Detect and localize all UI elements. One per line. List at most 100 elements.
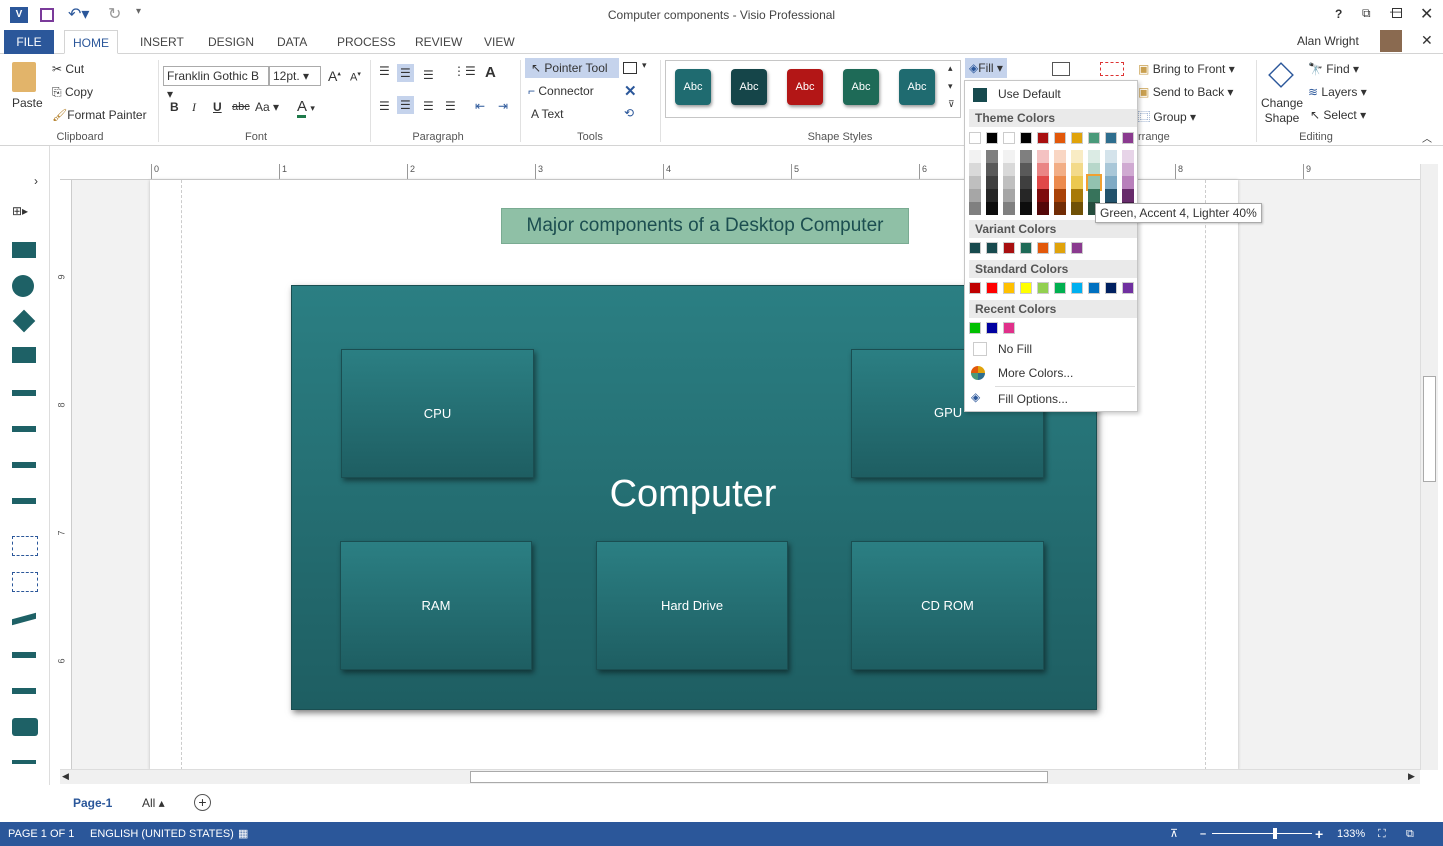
theme-shade-swatch[interactable] (969, 202, 981, 215)
box-cd-rom[interactable]: CD ROM (851, 541, 1044, 670)
variant-color-swatch[interactable] (986, 242, 998, 254)
paste-button[interactable]: Paste (12, 96, 43, 110)
theme-shade-swatch[interactable] (1122, 163, 1134, 176)
stencil-arrow-3[interactable] (12, 652, 36, 658)
connector-button[interactable]: ⌐ Connector (528, 84, 594, 98)
collapse-ribbon-icon[interactable]: ︿ (1422, 130, 1432, 145)
gallery-scroll-1[interactable]: ▾ (948, 81, 953, 92)
theme-shade-swatch[interactable] (1105, 176, 1117, 189)
theme-color-swatch[interactable] (969, 132, 981, 144)
theme-shade-swatch[interactable] (1122, 189, 1134, 202)
theme-shade-swatch[interactable] (1088, 150, 1100, 163)
rotate-handle-icon[interactable]: ⟲ (624, 106, 634, 120)
stencil-curved-arrow[interactable] (12, 612, 36, 626)
font-size-select[interactable]: 12pt. ▾ (269, 66, 321, 86)
shrink-font-button[interactable]: A▾ (350, 70, 361, 84)
find-button[interactable]: 🔭 Find ▾ (1308, 62, 1359, 76)
theme-shade-swatch[interactable] (986, 163, 998, 176)
scroll-left-button[interactable]: ◀ (62, 771, 69, 782)
theme-shade-swatch[interactable] (1003, 189, 1015, 202)
variant-color-swatch[interactable] (1037, 242, 1049, 254)
copy-button[interactable]: ⎘ Copy (52, 85, 93, 100)
layers-button[interactable]: ≋ Layers ▾ (1308, 85, 1367, 99)
theme-shade-swatch[interactable] (1020, 176, 1032, 189)
more-shapes-icon[interactable]: ⊞▸ (12, 204, 28, 218)
theme-shade-swatch[interactable] (969, 176, 981, 189)
recent-color-swatch[interactable] (969, 322, 981, 334)
change-case-button[interactable]: Aa ▾ (255, 100, 279, 114)
align-bottom-button[interactable]: ☰ (423, 68, 434, 82)
tab-process[interactable]: PROCESS (329, 30, 404, 54)
theme-shade-swatch[interactable] (1037, 150, 1049, 163)
stencil-diamond[interactable] (12, 309, 36, 333)
theme-shade-swatch[interactable] (1088, 189, 1100, 202)
tab-review[interactable]: REVIEW (407, 30, 470, 54)
standard-color-swatch[interactable] (1037, 282, 1049, 294)
theme-color-swatch[interactable] (1122, 132, 1134, 144)
stencil-container-2[interactable] (12, 572, 38, 592)
theme-shade-swatch[interactable] (1071, 163, 1083, 176)
text-direction-button[interactable]: A (485, 64, 496, 81)
close-doc-icon[interactable]: ✕ (1421, 32, 1433, 49)
theme-shade-swatch[interactable] (1003, 163, 1015, 176)
tab-file[interactable]: FILE (4, 30, 54, 54)
theme-shade-swatch[interactable] (1071, 202, 1083, 215)
fill-button[interactable]: ◈Fill ▾ (965, 58, 1007, 78)
stencil-arrow-right[interactable] (12, 390, 36, 396)
standard-color-swatch[interactable] (1054, 282, 1066, 294)
recent-color-swatch[interactable] (986, 322, 998, 334)
theme-shade-swatch[interactable] (1105, 189, 1117, 202)
theme-shade-swatch[interactable] (1037, 176, 1049, 189)
theme-shade-swatch[interactable] (1122, 176, 1134, 189)
theme-shade-swatch[interactable] (1037, 163, 1049, 176)
bullets-button[interactable]: ⋮☰ (453, 64, 476, 78)
theme-shade-swatch[interactable] (1088, 163, 1100, 176)
theme-shade-swatch[interactable] (1003, 176, 1015, 189)
tab-view[interactable]: VIEW (476, 30, 523, 54)
scroll-right-button[interactable]: ▶ (1408, 771, 1415, 782)
theme-shade-swatch[interactable] (1020, 150, 1032, 163)
add-page-button[interactable]: + (194, 794, 211, 811)
theme-shade-swatch[interactable] (1071, 176, 1083, 189)
more-colors-item[interactable]: More Colors... (998, 366, 1073, 380)
presentation-mode-icon[interactable]: ⊼ (1170, 822, 1178, 846)
zoom-slider[interactable] (1212, 828, 1312, 839)
stencil-callout[interactable] (12, 347, 36, 363)
pointer-tool-button[interactable]: ↖ Pointer Tool (525, 58, 619, 78)
theme-shade-swatch[interactable] (986, 202, 998, 215)
diagram-title[interactable]: Major components of a Desktop Computer (501, 208, 909, 244)
text-tool-button[interactable]: A Text (531, 107, 563, 121)
theme-shade-swatch[interactable] (1071, 189, 1083, 202)
shape-style-2[interactable]: Abc (731, 69, 767, 105)
tab-insert[interactable]: INSERT (132, 30, 192, 54)
strikethrough-button[interactable]: abc (232, 101, 250, 113)
theme-shade-swatch[interactable] (969, 150, 981, 163)
theme-shade-swatch[interactable] (1105, 163, 1117, 176)
theme-shade-swatch[interactable] (1086, 174, 1102, 191)
italic-button[interactable]: I (192, 100, 196, 115)
align-center-button[interactable]: ☰ (397, 96, 414, 114)
theme-color-swatch[interactable] (1003, 132, 1015, 144)
ribbon-display-icon[interactable]: ⧉ (1362, 6, 1371, 21)
shape-style-5[interactable]: Abc (899, 69, 935, 105)
shape-style-4[interactable]: Abc (843, 69, 879, 105)
standard-color-swatch[interactable] (969, 282, 981, 294)
position-icon[interactable] (1052, 62, 1070, 76)
theme-shade-swatch[interactable] (1071, 150, 1083, 163)
standard-color-swatch[interactable] (986, 282, 998, 294)
macro-icon[interactable]: ▦ (238, 822, 248, 846)
variant-color-swatch[interactable] (1054, 242, 1066, 254)
bold-button[interactable]: B (170, 100, 179, 114)
theme-shade-swatch[interactable] (969, 189, 981, 202)
theme-shade-swatch[interactable] (1037, 189, 1049, 202)
tab-home[interactable]: HOME (64, 30, 118, 54)
close-button[interactable]: ✕ (1420, 4, 1433, 24)
connection-point-icon[interactable]: ✕ (624, 82, 637, 100)
scroll-thumb-h[interactable] (470, 771, 1048, 783)
theme-shade-swatch[interactable] (1054, 176, 1066, 189)
align-top-button[interactable]: ☰ (379, 64, 390, 78)
theme-shade-swatch[interactable] (1020, 202, 1032, 215)
stencil-circle[interactable] (12, 275, 34, 297)
scroll-thumb-v[interactable] (1423, 376, 1436, 482)
increase-indent-button[interactable]: ⇥ (498, 99, 508, 113)
